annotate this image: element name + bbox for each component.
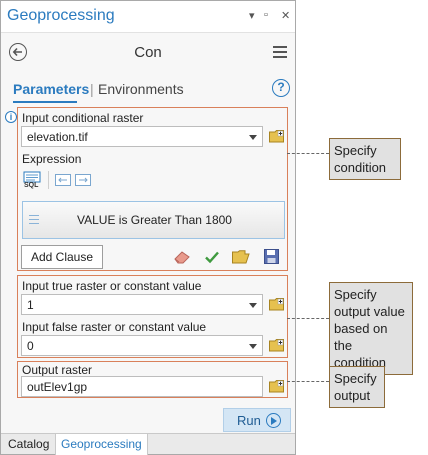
increase-indent-icon[interactable] bbox=[75, 174, 91, 186]
decrease-indent-icon[interactable] bbox=[55, 174, 71, 186]
run-button[interactable]: Run bbox=[223, 408, 291, 432]
run-label: Run bbox=[237, 413, 261, 428]
tool-tabs: Parameters | Environments ? bbox=[1, 77, 295, 101]
callout-connector bbox=[287, 381, 329, 382]
callout-value: Specify output value based on the condit… bbox=[329, 282, 413, 375]
folder-add-icon[interactable] bbox=[269, 129, 285, 143]
tab-geoprocessing[interactable]: Geoprocessing bbox=[55, 434, 148, 455]
pane-options-button[interactable]: ▾ bbox=[249, 9, 255, 22]
true-raster-value: 1 bbox=[27, 298, 34, 312]
false-raster-label: Input false raster or constant value bbox=[22, 320, 207, 334]
menu-icon[interactable] bbox=[273, 46, 287, 61]
pane-float-button[interactable]: ▫ bbox=[264, 9, 268, 21]
folder-add-icon[interactable] bbox=[269, 379, 285, 393]
cond-raster-dropdown[interactable]: elevation.tif bbox=[21, 126, 263, 147]
active-tab-indicator bbox=[13, 101, 77, 103]
info-icon[interactable]: i bbox=[5, 111, 17, 123]
output-raster-input[interactable]: outElev1gp bbox=[21, 376, 263, 397]
pane-title: Geoprocessing bbox=[7, 7, 115, 24]
chevron-down-icon bbox=[249, 303, 257, 308]
tab-catalog[interactable]: Catalog bbox=[3, 434, 54, 455]
chevron-down-icon bbox=[249, 344, 257, 349]
tab-parameters[interactable]: Parameters bbox=[13, 81, 89, 97]
play-icon bbox=[266, 413, 281, 428]
folder-add-icon[interactable] bbox=[269, 297, 285, 311]
cond-raster-value: elevation.tif bbox=[27, 130, 88, 144]
chevron-down-icon bbox=[249, 135, 257, 140]
output-raster-label: Output raster bbox=[22, 363, 93, 377]
sql-icon-text: SQL bbox=[24, 182, 39, 189]
expression-clause[interactable]: VALUE is Greater Than 1800 bbox=[22, 201, 285, 239]
bottom-tab-strip: Catalog Geoprocessing bbox=[1, 433, 295, 455]
cond-raster-label: Input conditional raster bbox=[22, 111, 144, 125]
tool-header: Con bbox=[1, 35, 295, 69]
geoprocessing-pane: Geoprocessing ▾ ▫ ✕ Con Parameters | Env… bbox=[0, 0, 296, 455]
folder-add-icon[interactable] bbox=[269, 338, 285, 352]
false-raster-value: 0 bbox=[27, 339, 34, 353]
open-folder-icon[interactable] bbox=[232, 250, 250, 264]
tab-environments[interactable]: Environments bbox=[98, 81, 184, 97]
callout-connector bbox=[287, 153, 329, 154]
false-raster-dropdown[interactable]: 0 bbox=[21, 335, 263, 356]
callout-output: Specify output bbox=[329, 366, 385, 408]
pane-titlebar: Geoprocessing ▾ ▫ ✕ bbox=[1, 1, 295, 33]
callout-connector bbox=[287, 318, 329, 319]
true-raster-dropdown[interactable]: 1 bbox=[21, 294, 263, 315]
help-icon[interactable]: ? bbox=[272, 79, 290, 97]
validate-check-icon[interactable] bbox=[204, 249, 220, 265]
sql-toggle-icon[interactable]: SQL bbox=[23, 171, 43, 191]
tool-title: Con bbox=[134, 44, 162, 61]
expression-label: Expression bbox=[22, 152, 82, 166]
callout-condition: Specify condition bbox=[329, 138, 401, 180]
save-icon[interactable] bbox=[264, 249, 279, 264]
pane-close-button[interactable]: ✕ bbox=[281, 9, 290, 22]
tab-separator: | bbox=[90, 81, 94, 97]
true-raster-label: Input true raster or constant value bbox=[22, 279, 202, 293]
output-raster-value: outElev1gp bbox=[27, 380, 88, 394]
eraser-icon[interactable] bbox=[173, 249, 191, 265]
toolbar-divider bbox=[48, 171, 49, 189]
expression-text: VALUE is Greater Than 1800 bbox=[77, 213, 232, 227]
add-clause-button[interactable]: Add Clause bbox=[21, 245, 103, 269]
